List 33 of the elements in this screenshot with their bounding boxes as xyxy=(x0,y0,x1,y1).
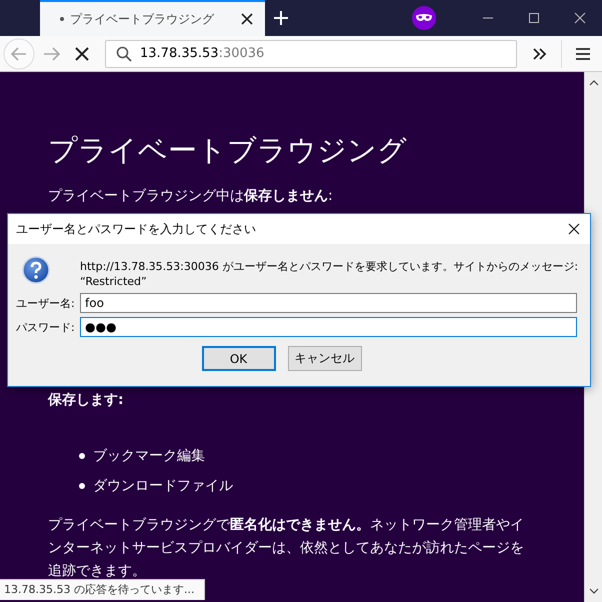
stop-icon[interactable] xyxy=(75,46,89,60)
overflow-icon[interactable] xyxy=(533,48,547,60)
intro-text: プライベートブラウジング中は保存しません: xyxy=(48,187,334,206)
dialog-button[interactable]: OK xyxy=(202,346,276,371)
question-icon xyxy=(22,256,50,284)
input-field[interactable]: ●●● xyxy=(80,317,577,337)
dialog-button[interactable]: キャンセル xyxy=(288,346,362,371)
scroll-down-icon[interactable] xyxy=(588,588,598,594)
new-tab-icon[interactable] xyxy=(273,10,289,26)
bullet-icon xyxy=(79,483,85,489)
dialog-title: ユーザー名とパスワードを入力してください xyxy=(16,220,256,238)
close-tab-icon[interactable] xyxy=(241,13,253,25)
page-heading: プライベートブラウジング xyxy=(48,132,408,169)
list-item: ダウンロードファイル xyxy=(93,477,233,496)
search-icon xyxy=(116,46,132,62)
field-label: パスワード: xyxy=(16,320,74,334)
bullet-icon xyxy=(79,453,85,459)
close-icon[interactable] xyxy=(568,223,580,235)
menu-icon[interactable] xyxy=(576,48,590,60)
address-field[interactable]: 13.78.35.53:30036 xyxy=(105,40,517,68)
input-field[interactable]: foo xyxy=(80,293,577,313)
scroll-up-icon[interactable] xyxy=(588,80,598,86)
maximize-icon[interactable] xyxy=(528,12,540,24)
field-label: ユーザー名: xyxy=(16,296,74,310)
status-bar: 13.78.35.53 の応答を待っています... xyxy=(0,579,206,600)
note-text: プライベートブラウジングで匿名化はできません。ネットワーク管理者やインターネットサービスプロバイダーは、依然としてあなたが訪れたページを追跡できます。 xyxy=(48,516,525,581)
dialog-message: “Restricted” xyxy=(80,274,148,289)
section-heading: 保存します: xyxy=(48,391,125,410)
dialog-message: http://13.78.35.53:30036 がユーザー名とパスワードを要求しています。サイトからのメッセージ: xyxy=(80,259,578,274)
close-icon[interactable] xyxy=(574,12,586,24)
private-mask-icon xyxy=(412,6,436,30)
browser-tab[interactable]: プライベートブラウジング xyxy=(40,0,265,36)
list-item: ブックマーク編集 xyxy=(93,447,205,466)
